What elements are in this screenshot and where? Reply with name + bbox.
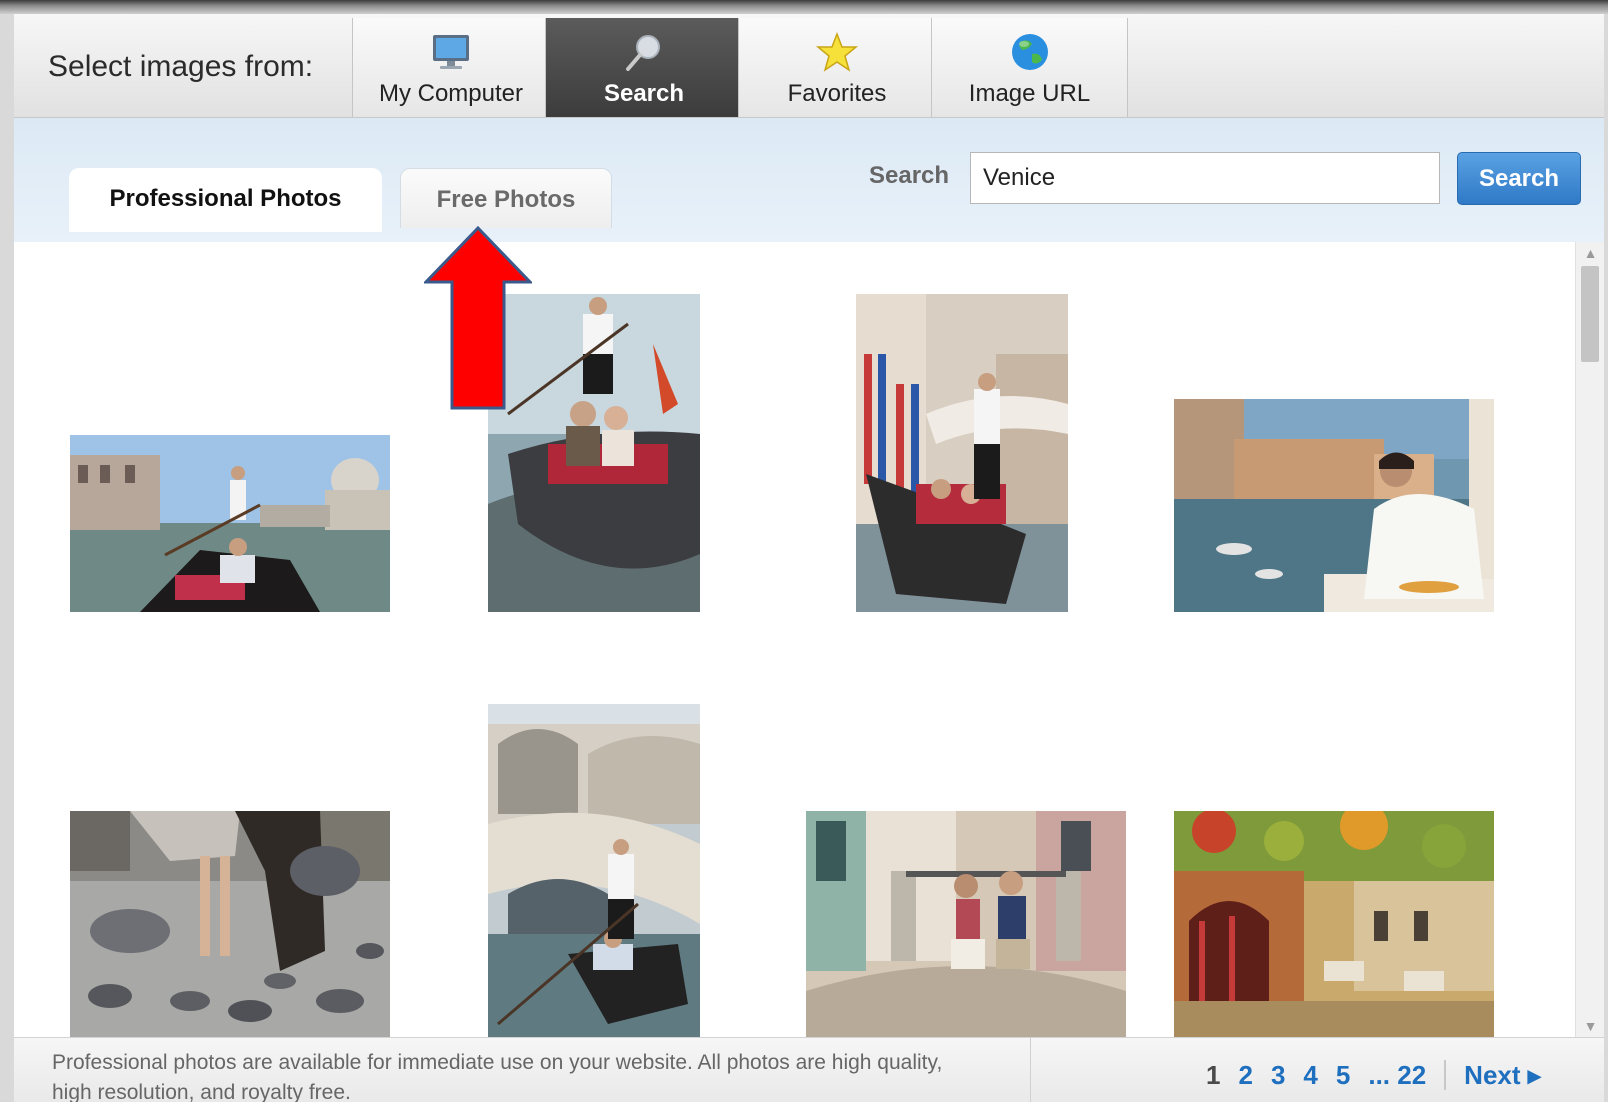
next-page-link[interactable]: Next ▸ — [1464, 1060, 1541, 1091]
photo-image — [70, 435, 390, 612]
window-top-edge — [0, 0, 1608, 14]
globe-icon — [1011, 34, 1048, 70]
photo-thumbnail-gondola-canal[interactable] — [70, 435, 390, 612]
tab-professional-photos[interactable]: Professional Photos — [69, 168, 382, 232]
search-label: Search — [869, 162, 950, 189]
pagination: 1 2 3 4 5 ... 22 Next ▸ — [1206, 1060, 1541, 1090]
page-link-4[interactable]: 4 — [1303, 1060, 1317, 1091]
source-tab-label: Favorites — [787, 80, 887, 107]
results-scrollbar[interactable]: ▲ ▼ — [1575, 242, 1604, 1037]
pagination-separator — [1444, 1060, 1447, 1090]
page-link-5[interactable]: 5 — [1336, 1060, 1350, 1091]
monitor-icon — [433, 35, 469, 69]
select-images-label: Select images from: — [48, 50, 314, 83]
photo-thumbnail-courtyard[interactable] — [1174, 811, 1494, 1037]
source-tab-label: Search — [603, 80, 685, 107]
source-tab-label: Image URL — [968, 80, 1091, 107]
photo-thumbnail-balcony-breakfast[interactable] — [1174, 399, 1494, 612]
scrollbar-thumb[interactable] — [1581, 266, 1599, 362]
page-link-3[interactable]: 3 — [1271, 1060, 1285, 1091]
source-tab-label: My Computer — [378, 80, 524, 107]
page-link-2[interactable]: 2 — [1238, 1060, 1252, 1091]
photo-thumbnail-narrow-canal[interactable] — [856, 294, 1068, 612]
scroll-down-arrow-icon[interactable]: ▼ — [1576, 1015, 1604, 1037]
page-link-1[interactable]: 1 — [1206, 1060, 1220, 1091]
search-button[interactable]: Search — [1457, 152, 1581, 205]
photo-results-grid — [14, 242, 1574, 1037]
photo-thumbnail-couple-bridge[interactable] — [806, 811, 1126, 1037]
search-input[interactable] — [970, 152, 1440, 204]
annotation-arrow-icon — [424, 226, 532, 410]
source-tab-search[interactable]: Search — [545, 18, 742, 117]
photo-thumbnail-pigeons[interactable] — [70, 811, 390, 1037]
magnifier-icon — [626, 35, 660, 71]
photo-image — [488, 704, 700, 1037]
photo-image — [1174, 811, 1494, 1037]
star-icon — [815, 32, 859, 72]
footer-divider — [1030, 1038, 1031, 1102]
source-tab-image-url[interactable]: Image URL — [931, 18, 1128, 117]
tab-free-photos[interactable]: Free Photos — [400, 168, 612, 228]
page-link-last[interactable]: ... 22 — [1368, 1060, 1426, 1091]
image-picker-dialog: Select images from: My Computer Search F… — [14, 14, 1604, 1102]
footer-note: Professional photos are available for im… — [52, 1051, 943, 1102]
tab-label: Free Photos — [436, 186, 576, 213]
image-source-bar: Select images from: My Computer Search F… — [14, 14, 1604, 118]
photo-image — [806, 811, 1126, 1037]
tab-label: Professional Photos — [109, 185, 342, 212]
scroll-up-arrow-icon[interactable]: ▲ — [1576, 242, 1604, 264]
source-tab-favorites[interactable]: Favorites — [738, 18, 935, 117]
source-tab-my-computer[interactable]: My Computer — [352, 18, 549, 117]
photo-thumbnail-rialto-bridge[interactable] — [488, 704, 700, 1037]
dialog-footer: Professional photos are available for im… — [14, 1037, 1604, 1102]
photo-image — [1174, 399, 1494, 612]
photo-image — [856, 294, 1068, 612]
photo-image — [70, 811, 390, 1037]
search-band: Professional Photos Free Photos Search S… — [14, 118, 1604, 242]
